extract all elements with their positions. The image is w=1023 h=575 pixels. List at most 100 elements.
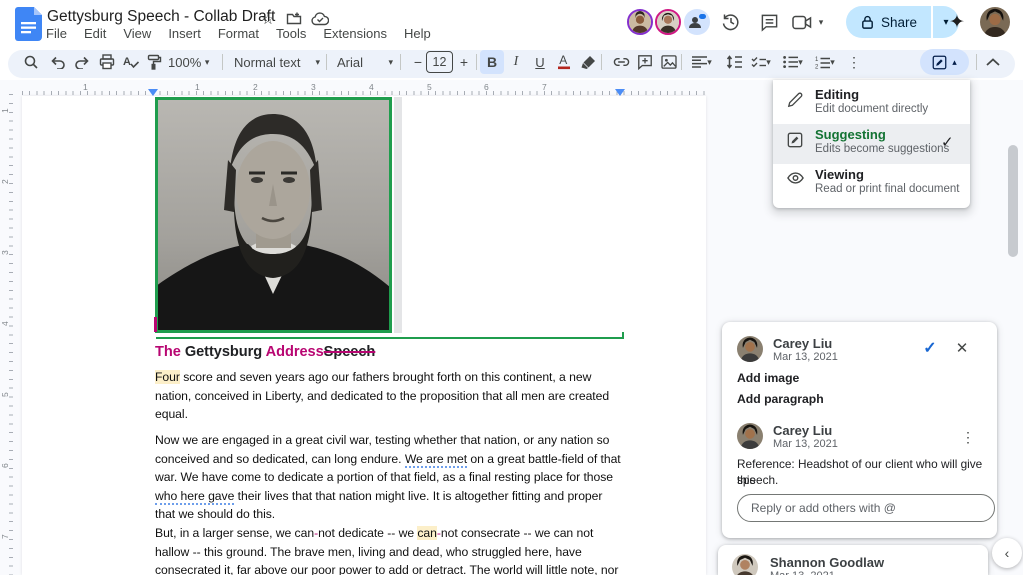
numbered-list-icon[interactable]: 12 ▾	[810, 50, 840, 74]
gemini-sparkle-icon[interactable]: ✦	[944, 8, 970, 36]
document-title[interactable]: Gettysburg Speech - Collab Draft	[47, 8, 275, 26]
docs-logo-icon[interactable]	[15, 7, 42, 41]
commenter-avatar	[737, 336, 763, 362]
mode-desc: Read or print final document	[815, 183, 960, 195]
line-spacing-icon[interactable]	[722, 50, 746, 74]
menu-file[interactable]: File	[46, 26, 67, 44]
google-docs-app: Gettysburg Speech - Collab Draft ☆ File …	[0, 0, 1023, 575]
accept-suggestion-button[interactable]: ✓	[918, 336, 942, 360]
font-caret-icon: ▾	[388, 56, 393, 67]
bold-button[interactable]: B	[480, 50, 504, 74]
redo-icon[interactable]	[70, 50, 94, 74]
menu-extensions[interactable]: Extensions	[323, 26, 387, 44]
font-select[interactable]: Arial ▾	[337, 50, 393, 74]
right-indent-marker[interactable]	[615, 89, 625, 96]
highlight-color-icon[interactable]	[577, 50, 601, 74]
underline-button[interactable]: U	[528, 50, 552, 74]
suggested-insert-underline-end	[622, 332, 624, 339]
insert-link-icon[interactable]	[609, 50, 633, 74]
more-options-icon[interactable]: ⋮	[842, 50, 866, 74]
suggesting-mode-icon	[787, 132, 805, 150]
doc-paragraph-1[interactable]: Four score and seven years ago our fathe…	[155, 368, 609, 424]
comment-history-icon[interactable]	[755, 8, 783, 36]
editing-mode-button[interactable]: ▴	[920, 49, 969, 75]
indent-marker[interactable]	[148, 89, 158, 96]
suggestion-comment-card[interactable]: Carey Liu Mar 13, 2021 ✓ ✕ Add image Add…	[722, 322, 997, 538]
document-page[interactable]: The Gettysburg AddressSpeech Four score …	[22, 96, 706, 575]
collapsed-comment-card[interactable]: Shannon Goodlaw Mar 13, 2021	[718, 545, 988, 575]
menu-insert[interactable]: Insert	[168, 26, 201, 44]
svg-text:2: 2	[815, 64, 819, 69]
numbered-caret-icon: ▾	[830, 56, 835, 67]
insert-comment-icon[interactable]	[633, 50, 657, 74]
zoom-select[interactable]: 100% ▾	[168, 50, 209, 74]
search-icon[interactable]	[19, 50, 43, 74]
suggestion-cursor	[154, 317, 157, 332]
doc-paragraph-3[interactable]: But, in a larger sense, we can-not dedic…	[155, 524, 618, 575]
image-side-shade	[394, 97, 402, 333]
text-color-button[interactable]: A	[552, 50, 576, 74]
undo-icon[interactable]	[46, 50, 70, 74]
paint-format-icon[interactable]	[142, 50, 166, 74]
ruler-number: 2	[253, 82, 258, 92]
suggested-insert-underline	[156, 337, 624, 339]
ruler-number: 5	[427, 82, 432, 92]
toolbar-divider	[400, 54, 401, 70]
mode-option-suggesting[interactable]: Suggesting Edits become suggestions ✓	[773, 124, 970, 164]
vertical-scrollbar[interactable]	[1008, 145, 1018, 257]
align-left-icon[interactable]: ▾	[687, 50, 717, 74]
doc-heading[interactable]: The Gettysburg AddressSpeech	[155, 344, 375, 361]
collapse-comments-button[interactable]: ‹	[992, 538, 1022, 568]
version-history-icon[interactable]	[717, 8, 745, 36]
video-call-caret-icon[interactable]: ▾	[814, 8, 828, 36]
menu-edit[interactable]: Edit	[84, 26, 106, 44]
doc-paragraph-2[interactable]: Now we are engaged in a great civil war,…	[155, 431, 621, 524]
mode-caret-icon: ▴	[952, 56, 957, 67]
ruler-number: 5	[0, 392, 10, 397]
comment-date: Mar 13, 2021	[770, 570, 835, 575]
horizontal-ruler: 1 1 2 3 4 5 6 7	[22, 82, 706, 96]
menu-tools[interactable]: Tools	[276, 26, 306, 44]
svg-text:A: A	[123, 56, 131, 68]
comment-options-icon[interactable]: ⋮	[956, 425, 980, 449]
bulleted-list-icon[interactable]: ▾	[778, 50, 808, 74]
svg-text:A: A	[559, 53, 567, 67]
checklist-icon[interactable]: ▾	[746, 50, 776, 74]
hide-menus-icon[interactable]	[981, 50, 1005, 74]
video-call-icon[interactable]	[790, 8, 814, 36]
vertical-ruler: 1 2 3 4 5 6 7	[0, 94, 14, 575]
lock-icon	[862, 15, 873, 29]
toolbar: A 100% ▾ Normal text ▾ Arial ▾ − 12 + B I …	[0, 48, 1023, 80]
mode-option-viewing[interactable]: Viewing Read or print final document	[773, 164, 970, 204]
account-avatar[interactable]	[980, 7, 1010, 37]
ruler-number: 1	[83, 82, 88, 92]
hand-raise-badge[interactable]	[684, 9, 710, 35]
share-button[interactable]: Share	[846, 6, 931, 38]
toolbar-divider	[601, 54, 602, 70]
increase-font-icon[interactable]: +	[452, 50, 476, 74]
ruler-number: 3	[311, 82, 316, 92]
italic-button[interactable]: I	[504, 50, 528, 74]
menu-format[interactable]: Format	[218, 26, 259, 44]
reply-input[interactable]: Reply or add others with @	[737, 494, 995, 522]
commenter-name: Carey Liu	[773, 336, 833, 351]
menu-help[interactable]: Help	[404, 26, 431, 44]
mode-label: Suggesting	[815, 127, 886, 142]
ruler-number: 4	[369, 82, 374, 92]
mode-label: Viewing	[815, 167, 864, 182]
print-icon[interactable]	[95, 50, 119, 74]
spellcheck-icon[interactable]: A	[119, 50, 143, 74]
collaborator-avatar-1[interactable]	[627, 9, 653, 35]
reject-suggestion-button[interactable]: ✕	[950, 336, 974, 360]
mode-option-editing[interactable]: Editing Edit document directly	[773, 84, 970, 124]
menu-view[interactable]: View	[123, 26, 151, 44]
menu-bar: File Edit View Insert Format Tools Exten…	[46, 26, 431, 44]
font-size-input[interactable]: 12	[426, 51, 453, 73]
paragraph-style-select[interactable]: Normal text ▾	[234, 50, 320, 74]
lincoln-portrait-image[interactable]	[155, 97, 392, 333]
checklist-caret-icon: ▾	[766, 56, 771, 67]
ruler-number: 7	[0, 534, 10, 539]
insert-image-icon[interactable]	[657, 50, 681, 74]
collaborator-avatar-2[interactable]	[655, 9, 681, 35]
share-label: Share	[880, 14, 918, 30]
